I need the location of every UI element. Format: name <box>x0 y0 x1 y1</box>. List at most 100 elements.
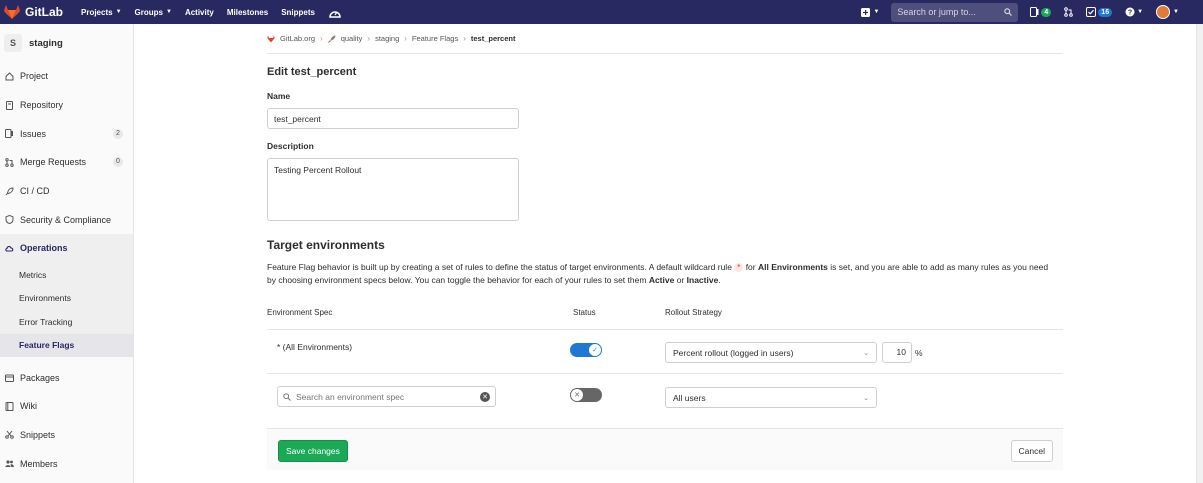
issues-icon <box>5 129 14 139</box>
package-icon <box>5 373 14 383</box>
name-field[interactable] <box>267 108 519 129</box>
sidebar-item-label: Repository <box>20 100 64 111</box>
merge-request-icon <box>1064 7 1074 17</box>
new-item-button[interactable]: ▼ <box>861 7 880 17</box>
project-avatar: S <box>4 34 22 52</box>
user-menu[interactable]: ▼ <box>1156 5 1179 19</box>
project-header[interactable]: S staging <box>0 24 133 62</box>
rollout-percentage-input[interactable]: 10 <box>882 342 912 363</box>
sidebar-item-security[interactable]: Security & Compliance <box>0 205 133 234</box>
merge-requests-shortcut[interactable] <box>1064 7 1074 17</box>
chevron-right-icon: › <box>463 34 466 43</box>
environment-spec-search[interactable]: ✕ <box>277 386 496 407</box>
status-toggle-on[interactable]: ✓ <box>570 343 602 357</box>
sidebar-item-label: CI / CD <box>20 186 50 197</box>
rollout-strategy-select[interactable]: Percent rollout (logged in users) ⌄ <box>665 342 877 363</box>
tanuki-icon <box>4 5 20 19</box>
sidebar-item-snippets[interactable]: Snippets <box>0 421 133 450</box>
sidebar-item-operations[interactable]: Operations <box>0 234 133 263</box>
rocket-icon <box>5 187 14 196</box>
gitlab-logo[interactable]: GitLab <box>4 5 63 19</box>
help-menu[interactable]: ? ▼ <box>1125 7 1143 17</box>
clear-icon[interactable]: ✕ <box>480 391 490 402</box>
column-status: Status <box>573 308 596 317</box>
nav-projects-label: Projects <box>81 7 113 17</box>
nav-snippets-label: Snippets <box>281 7 315 17</box>
sidebar-subitem-metrics[interactable]: Metrics <box>0 263 133 287</box>
description-text: for <box>745 262 756 272</box>
table-divider <box>267 373 1063 374</box>
page-scrollbar[interactable] <box>1196 24 1203 483</box>
issues-count-badge: 2 <box>113 128 123 139</box>
description-text: Feature Flag behavior is built up by cre… <box>267 262 732 272</box>
sidebar-item-wiki[interactable]: Wiki <box>0 392 133 421</box>
gitlab-org-icon <box>267 35 275 42</box>
sidebar-item-ci-cd[interactable]: CI / CD <box>0 177 133 206</box>
chevron-down-icon: ⌄ <box>863 349 869 357</box>
description-field[interactable]: Testing Percent Rollout <box>267 158 519 221</box>
nav-projects[interactable]: Projects ▼ <box>81 8 122 17</box>
name-label: Name <box>267 91 291 101</box>
sidebar-item-merge-requests[interactable]: Merge Requests 0 <box>0 148 133 177</box>
sidebar-item-members[interactable]: Members <box>0 449 133 478</box>
avatar <box>1156 5 1171 19</box>
sidebar-item-label: Wiki <box>20 401 37 412</box>
todos-shortcut[interactable]: 16 <box>1086 7 1113 17</box>
issues-icon <box>1030 7 1039 17</box>
nav-snippets[interactable]: Snippets <box>281 8 315 17</box>
cloud-gear-icon <box>5 244 14 253</box>
issues-count-badge: 4 <box>1041 7 1052 17</box>
breadcrumb-current[interactable]: test_percent <box>471 34 516 43</box>
column-environment-spec: Environment Spec <box>267 308 333 317</box>
help-icon: ? <box>1125 7 1135 17</box>
users-icon <box>5 459 14 468</box>
table-divider <box>267 329 1063 330</box>
sidebar-subitem-environments[interactable]: Environments <box>0 286 133 310</box>
project-name: staging <box>29 37 63 49</box>
dashboard-gauge-icon[interactable] <box>328 5 342 19</box>
nav-activity[interactable]: Activity <box>185 8 214 17</box>
sidebar-item-label: Members <box>20 458 58 469</box>
breadcrumb-staging[interactable]: staging <box>375 34 399 43</box>
sidebar-item-label: Project <box>20 71 49 82</box>
save-button[interactable]: Save changes <box>278 440 348 462</box>
percent-symbol: % <box>915 348 923 358</box>
snippet-icon <box>5 430 14 440</box>
top-navbar: GitLab Projects ▼ Groups ▼ Activity Milest… <box>0 0 1203 24</box>
form-actions: Save changes Cancel <box>267 428 1063 470</box>
merge-request-icon <box>5 158 14 167</box>
sidebar-item-issues[interactable]: Issues 2 <box>0 119 133 148</box>
breadcrumb-gitlab-org[interactable]: GitLab.org <box>280 34 315 43</box>
chevron-down-icon: ▼ <box>115 9 122 15</box>
status-toggle-off[interactable]: ✕ <box>570 388 602 402</box>
chevron-down-icon: ▼ <box>873 9 880 15</box>
chevron-right-icon: › <box>367 34 371 43</box>
nav-groups-label: Groups <box>134 7 163 17</box>
cancel-button[interactable]: Cancel <box>1010 440 1053 462</box>
breadcrumb-quality[interactable]: quality <box>341 34 363 43</box>
project-sidebar: S staging Project Repository Issues 2 Me… <box>0 24 134 483</box>
main-content: GitLab.org › quality › staging › Feature… <box>267 24 1063 470</box>
rollout-strategy-select-new[interactable]: All users ⌄ <box>665 387 877 408</box>
nav-groups[interactable]: Groups ▼ <box>135 8 172 17</box>
sidebar-item-project[interactable]: Project <box>0 62 133 91</box>
sidebar-subitem-error-tracking[interactable]: Error Tracking <box>0 310 133 334</box>
search-icon <box>1004 8 1013 16</box>
chevron-right-icon: › <box>404 34 407 43</box>
sidebar-subitem-feature-flags[interactable]: Feature Flags <box>0 333 133 358</box>
description-bold: All Environments <box>757 262 828 272</box>
breadcrumb-feature-flags[interactable]: Feature Flags <box>412 34 458 43</box>
nav-milestones[interactable]: Milestones <box>227 8 268 17</box>
sidebar-item-label: Issues <box>20 128 47 139</box>
environment-spec-input[interactable] <box>295 391 476 402</box>
search-box[interactable] <box>891 2 1019 22</box>
wildcard-badge: * <box>734 263 744 273</box>
sidebar-item-label: Security & Compliance <box>20 214 112 225</box>
plus-square-icon <box>861 7 871 17</box>
shield-icon <box>5 215 14 225</box>
sidebar-item-packages[interactable]: Packages <box>0 363 133 392</box>
search-input[interactable] <box>897 7 998 17</box>
issues-shortcut[interactable]: 4 <box>1030 7 1052 17</box>
sidebar-item-repository[interactable]: Repository <box>0 91 133 120</box>
environment-spec-all: * (All Environments) <box>277 342 353 352</box>
